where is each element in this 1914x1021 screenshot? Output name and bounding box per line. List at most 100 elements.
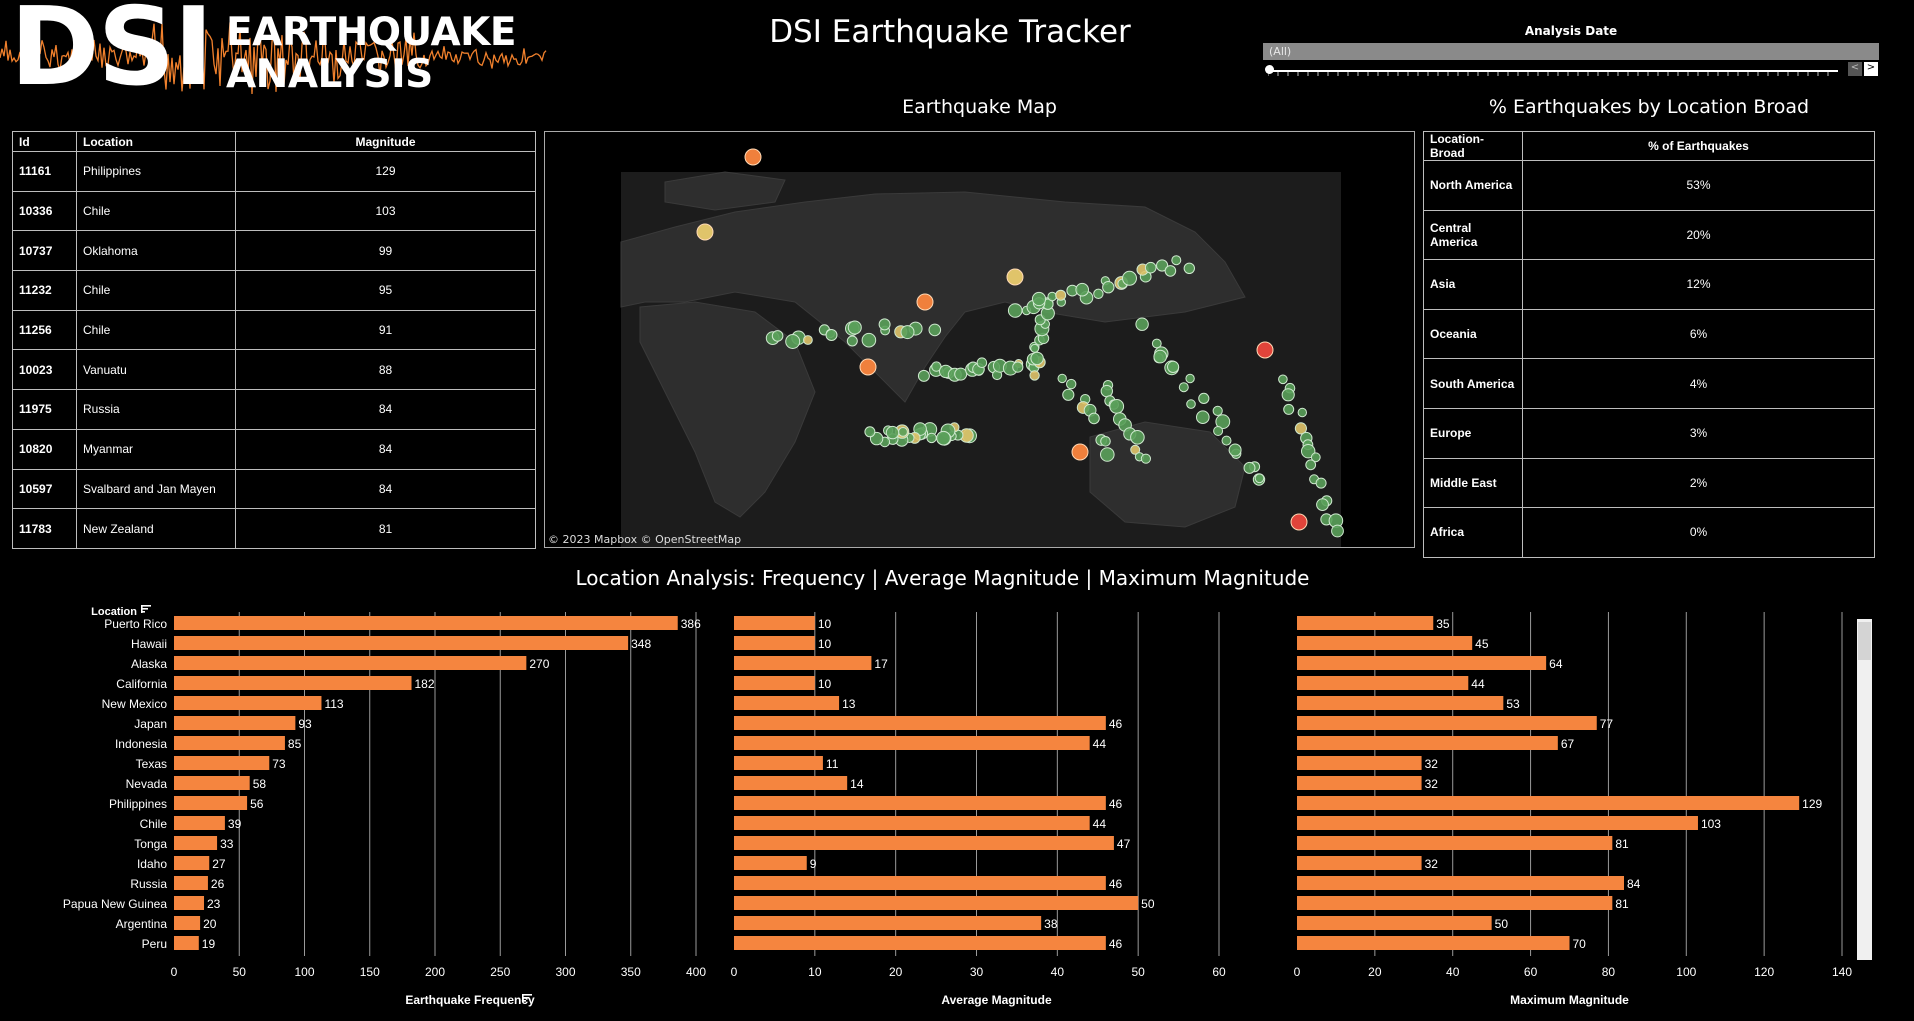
bar[interactable] [734,836,1114,850]
quake-marker[interactable] [1100,436,1111,447]
quake-marker[interactable] [898,427,908,437]
table-row[interactable]: 10597 Svalbard and Jan Mayen 84 [12,468,536,510]
table-row[interactable]: Asia 12% [1423,259,1875,310]
table-row[interactable]: 11232 Chile 95 [12,270,536,311]
quake-marker[interactable] [1243,461,1256,474]
bar[interactable] [174,736,285,750]
quake-marker[interactable] [1140,453,1152,464]
table-row[interactable]: Middle East 2% [1423,457,1875,509]
quake-marker[interactable] [917,369,930,382]
quake-marker-large[interactable] [1071,443,1089,461]
bar[interactable] [1297,896,1613,910]
quake-marker-large[interactable] [859,358,877,376]
bar[interactable] [734,876,1106,890]
chevron-left-icon[interactable]: < [1848,62,1862,76]
date-filter-dropdown[interactable]: (All) [1263,43,1879,60]
quake-marker[interactable] [936,430,951,446]
bar[interactable] [734,796,1106,810]
quake-marker[interactable] [1075,282,1090,297]
quake-marker[interactable] [926,432,937,444]
bar[interactable] [174,756,270,770]
quake-marker[interactable] [1029,370,1040,381]
chart-scrollbar-thumb[interactable] [1858,622,1871,660]
quake-marker-large[interactable] [744,148,762,166]
quake-marker[interactable] [1331,524,1344,538]
quake-marker[interactable] [1066,378,1077,390]
bar[interactable] [734,896,1139,910]
table-row[interactable]: Central America 20% [1423,209,1875,261]
bar[interactable] [1297,936,1570,950]
bar[interactable] [734,916,1042,930]
quake-marker[interactable] [878,318,891,331]
chevron-right-icon[interactable]: > [1864,62,1878,76]
bar[interactable] [1297,636,1473,650]
quake-marker[interactable] [1100,447,1115,462]
bar[interactable] [174,636,629,650]
quake-marker[interactable] [1186,399,1196,409]
bar[interactable] [734,716,1106,730]
bar[interactable] [1297,756,1422,770]
bar[interactable] [174,856,210,870]
bar[interactable] [734,676,815,690]
column-header-location-broad[interactable]: Location-Broad [1423,131,1523,161]
table-row[interactable]: Oceania 6% [1423,308,1875,360]
quake-marker[interactable] [885,425,900,440]
bar[interactable] [1297,676,1469,690]
quake-marker[interactable] [847,320,862,335]
table-row[interactable]: 10336 Chile 103 [12,190,536,232]
bar[interactable] [174,776,250,790]
table-row[interactable]: 11975 Russia 84 [12,389,536,430]
quake-marker[interactable] [1281,388,1295,402]
quake-marker[interactable] [1171,255,1182,266]
bar[interactable] [1297,816,1698,830]
date-slider-thumb[interactable] [1265,65,1274,74]
bar[interactable] [734,816,1090,830]
bar[interactable] [174,876,208,890]
quake-marker[interactable] [1183,262,1195,275]
bar[interactable] [174,796,248,810]
table-row[interactable]: 10023 Vanuatu 88 [12,349,536,391]
quake-marker[interactable] [1305,459,1317,471]
quake-marker[interactable] [1088,412,1100,425]
quake-marker[interactable] [1144,261,1157,274]
quake-marker-large[interactable] [1290,513,1308,531]
quake-marker[interactable] [1055,289,1067,301]
sort-icon[interactable] [141,605,151,613]
quake-marker[interactable] [1283,403,1295,415]
quake-marker[interactable] [771,330,784,342]
map-attribution[interactable]: © 2023 Mapbox © OpenStreetMap [548,533,741,546]
quake-marker[interactable] [1297,407,1307,418]
map-canvas[interactable] [545,132,1415,548]
quake-marker[interactable] [1062,388,1075,401]
quake-marker[interactable] [1109,399,1125,414]
quake-marker[interactable] [1278,374,1288,385]
bar[interactable] [174,716,296,730]
quake-marker-large[interactable] [1256,341,1274,359]
quake-marker-large[interactable] [696,223,714,241]
bar[interactable] [1297,616,1434,630]
chart-scrollbar[interactable] [1857,619,1872,960]
table-row[interactable]: 11256 Chile 91 [12,309,536,351]
quake-marker[interactable] [1198,392,1210,404]
quake-marker[interactable] [1030,351,1044,366]
quake-marker[interactable] [1012,361,1024,373]
bar[interactable] [174,896,205,910]
bar[interactable] [1297,796,1800,810]
quake-marker[interactable] [900,325,915,340]
bar[interactable] [1297,656,1547,670]
quake-marker[interactable] [1196,410,1210,425]
quake-marker[interactable] [1102,281,1115,294]
quake-marker[interactable] [1228,443,1242,457]
bar[interactable] [1297,716,1597,730]
table-row[interactable]: Africa 0% [1423,507,1875,558]
quake-marker[interactable] [1093,288,1104,300]
bar[interactable] [734,736,1090,750]
bar[interactable] [1297,856,1422,870]
column-header-location[interactable]: Location [76,131,236,152]
bar[interactable] [174,936,199,950]
bar[interactable] [1297,696,1504,710]
bar[interactable] [734,616,815,630]
quake-marker-large[interactable] [1006,268,1024,286]
quake-marker[interactable] [1135,317,1149,331]
table-row[interactable]: 10820 Myanmar 84 [12,428,536,470]
